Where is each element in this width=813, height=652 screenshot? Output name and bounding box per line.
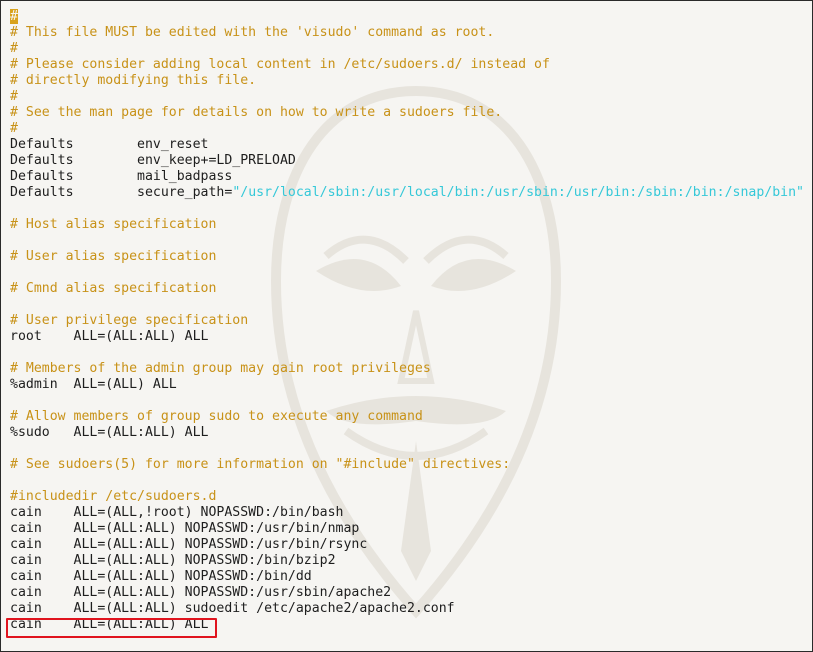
- sudoers-line: [10, 345, 804, 361]
- sudoers-line: root ALL=(ALL:ALL) ALL: [10, 329, 804, 345]
- directive-text: cain ALL=(ALL:ALL) NOPASSWD:/usr/bin/nma…: [10, 521, 360, 536]
- comment-text: #includedir /etc/sudoers.d: [10, 489, 217, 504]
- text-cursor: #: [10, 9, 18, 24]
- comment-text: # This file MUST be edited with the 'vis…: [10, 25, 495, 40]
- sudoers-line: # directly modifying this file.: [10, 73, 804, 89]
- directive-text: Defaults mail_badpass: [10, 169, 233, 184]
- directive-text: cain ALL=(ALL:ALL) ALL: [10, 617, 209, 632]
- comment-text: # See the man page for details on how to…: [10, 105, 503, 120]
- sudoers-line: cain ALL=(ALL:ALL) NOPASSWD:/usr/bin/nma…: [10, 521, 804, 537]
- directive-text: %admin ALL=(ALL) ALL: [10, 377, 177, 392]
- sudoers-line: cain ALL=(ALL:ALL) NOPASSWD:/usr/bin/rsy…: [10, 537, 804, 553]
- comment-text: # Please consider adding local content i…: [10, 57, 550, 72]
- sudoers-line: cain ALL=(ALL:ALL) NOPASSWD:/usr/sbin/ap…: [10, 585, 804, 601]
- directive-text: Defaults env_reset: [10, 137, 209, 152]
- sudoers-line: # Allow members of group sudo to execute…: [10, 409, 804, 425]
- sudoers-line: [10, 201, 804, 217]
- directive-text: cain ALL=(ALL:ALL) NOPASSWD:/bin/bzip2: [10, 553, 336, 568]
- sudoers-line: Defaults mail_badpass: [10, 169, 804, 185]
- comment-text: # directly modifying this file.: [10, 73, 257, 88]
- sudoers-line: #includedir /etc/sudoers.d: [10, 489, 804, 505]
- comment-text: #: [10, 89, 18, 104]
- comment-text: # User alias specification: [10, 249, 217, 264]
- terminal-window: # # This file MUST be edited with the 'vi…: [0, 0, 813, 652]
- directive-text: cain ALL=(ALL,!root) NOPASSWD:/bin/bash: [10, 505, 344, 520]
- comment-text: # User privilege specification: [10, 313, 249, 328]
- sudoers-line: cain ALL=(ALL:ALL) NOPASSWD:/bin/dd: [10, 569, 804, 585]
- sudoers-line: # Cmnd alias specification: [10, 281, 804, 297]
- comment-text: # Host alias specification: [10, 217, 217, 232]
- sudoers-line: [10, 393, 804, 409]
- comment-text: #: [10, 41, 18, 56]
- comment-text: # Cmnd alias specification: [10, 281, 217, 296]
- sudoers-line: Defaults env_keep+=LD_PRELOAD: [10, 153, 804, 169]
- sudoers-line: [10, 297, 804, 313]
- sudoers-line: [10, 233, 804, 249]
- sudoers-editor[interactable]: # # This file MUST be edited with the 'vi…: [10, 9, 804, 633]
- sudoers-line: [10, 265, 804, 281]
- highlighted-sudoers-line: cain ALL=(ALL:ALL) ALL: [10, 617, 804, 633]
- sudoers-line: %sudo ALL=(ALL:ALL) ALL: [10, 425, 804, 441]
- sudoers-line: %admin ALL=(ALL) ALL: [10, 377, 804, 393]
- sudoers-line: # This file MUST be edited with the 'vis…: [10, 25, 804, 41]
- sudoers-line: # Host alias specification: [10, 217, 804, 233]
- sudoers-line: cain ALL=(ALL:ALL) NOPASSWD:/bin/bzip2: [10, 553, 804, 569]
- sudoers-line: # Please consider adding local content i…: [10, 57, 804, 73]
- sudoers-line: # See sudoers(5) for more information on…: [10, 457, 804, 473]
- directive-text: Defaults env_keep+=LD_PRELOAD: [10, 153, 296, 168]
- sudoers-line: #: [10, 41, 804, 57]
- secure-path-key: Defaults secure_path=: [10, 185, 233, 200]
- directive-text: cain ALL=(ALL:ALL) NOPASSWD:/usr/bin/rsy…: [10, 537, 368, 552]
- directive-text: %sudo ALL=(ALL:ALL) ALL: [10, 425, 209, 440]
- sudoers-line: #: [10, 121, 804, 137]
- comment-text: #: [10, 121, 18, 136]
- sudoers-line: # Members of the admin group may gain ro…: [10, 361, 804, 377]
- sudoers-line: [10, 441, 804, 457]
- sudoers-line: #: [10, 9, 804, 25]
- sudoers-line: # User alias specification: [10, 249, 804, 265]
- secure-path-value: "/usr/local/sbin:/usr/local/bin:/usr/sbi…: [232, 185, 804, 200]
- comment-text: # See sudoers(5) for more information on…: [10, 457, 511, 472]
- sudoers-line: # See the man page for details on how to…: [10, 105, 804, 121]
- sudoers-line: cain ALL=(ALL:ALL) sudoedit /etc/apache2…: [10, 601, 804, 617]
- sudoers-line: Defaults env_reset: [10, 137, 804, 153]
- sudoers-line: cain ALL=(ALL,!root) NOPASSWD:/bin/bash: [10, 505, 804, 521]
- sudoers-line: #: [10, 89, 804, 105]
- comment-text: # Members of the admin group may gain ro…: [10, 361, 431, 376]
- directive-text: cain ALL=(ALL:ALL) sudoedit /etc/apache2…: [10, 601, 455, 616]
- comment-text: # Allow members of group sudo to execute…: [10, 409, 423, 424]
- sudoers-line: Defaults secure_path="/usr/local/sbin:/u…: [10, 185, 804, 201]
- directive-text: cain ALL=(ALL:ALL) NOPASSWD:/usr/sbin/ap…: [10, 585, 392, 600]
- directive-text: root ALL=(ALL:ALL) ALL: [10, 329, 209, 344]
- directive-text: cain ALL=(ALL:ALL) NOPASSWD:/bin/dd: [10, 569, 312, 584]
- sudoers-line: [10, 473, 804, 489]
- sudoers-line: # User privilege specification: [10, 313, 804, 329]
